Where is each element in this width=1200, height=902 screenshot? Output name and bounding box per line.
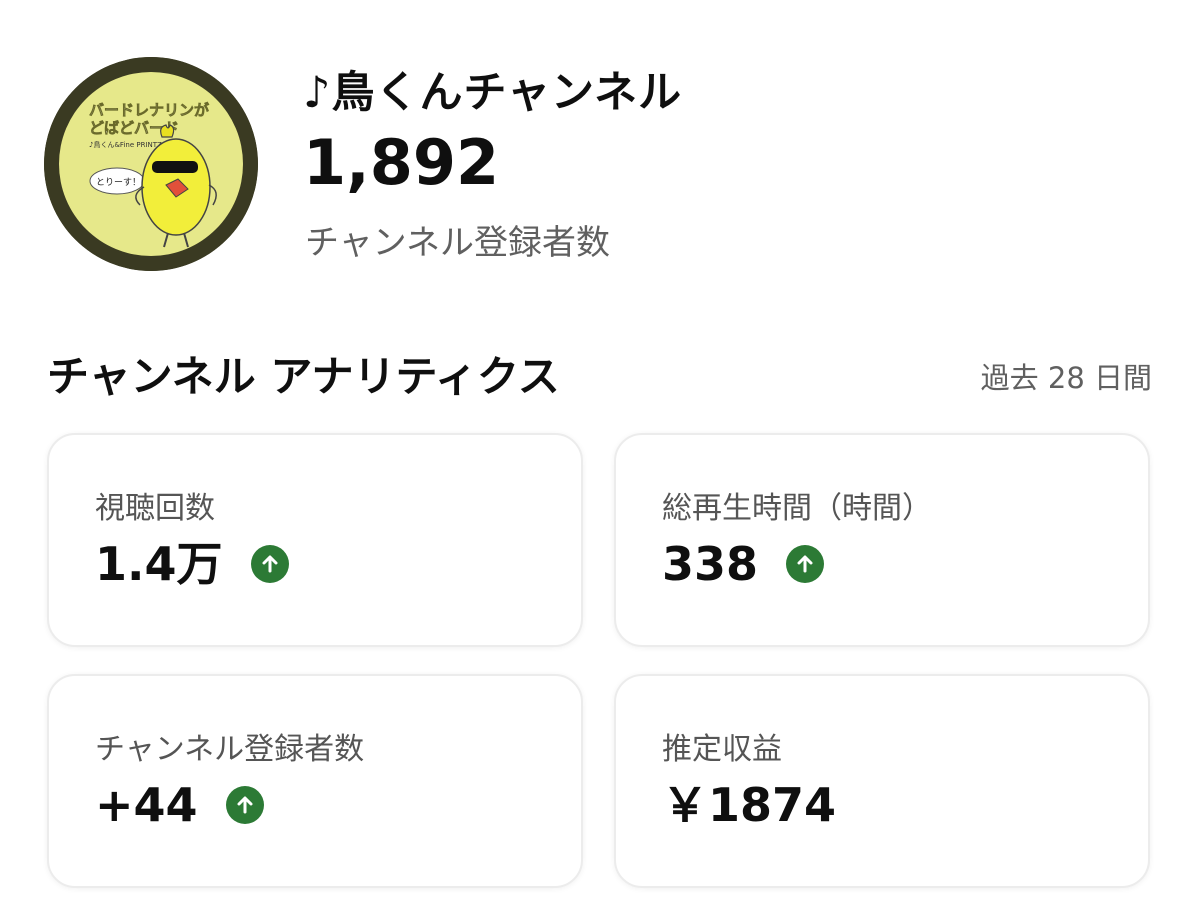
analytics-period[interactable]: 過去 28 日間 [981, 355, 1152, 397]
revenue-card[interactable]: 推定収益 ￥1874 [614, 674, 1150, 888]
arrow-up-circle-icon [250, 545, 289, 583]
subscriber-label: チャンネル登録者数 [305, 223, 610, 263]
channel-name: ♪鳥くんチャンネル [303, 68, 683, 118]
arrow-up-circle-icon [786, 545, 825, 583]
card-value: +44 [95, 778, 198, 832]
subscribers-card[interactable]: チャンネル登録者数 +44 [47, 674, 583, 888]
card-value-row: +44 [95, 782, 264, 828]
avatar-illustration: バードレナリンが どばどバード ♪鳥くん&Fine PRINTZ とりーす！ [44, 57, 258, 271]
card-value: ￥1874 [662, 778, 837, 832]
channel-avatar[interactable]: バードレナリンが どばどバード ♪鳥くん&Fine PRINTZ とりーす！ [44, 57, 258, 271]
avatar-title-line1: バードレナリンが [89, 101, 210, 119]
card-value-row: 1.4万 [95, 541, 289, 587]
card-value-row: ￥1874 [662, 782, 836, 828]
card-value: 338 [662, 537, 759, 591]
avatar-credit: ♪鳥くん&Fine PRINTZ [89, 140, 162, 149]
subscriber-count: 1,892 [303, 126, 500, 199]
analytics-section-title: チャンネル アナリティクス [47, 352, 560, 401]
card-label: 推定収益 [662, 732, 782, 767]
card-value: 1.4万 [95, 537, 223, 591]
watch-time-card[interactable]: 総再生時間（時間） 338 [614, 433, 1150, 647]
card-label: 視聴回数 [95, 491, 215, 526]
card-label: チャンネル登録者数 [95, 732, 365, 767]
channel-analytics-page: バードレナリンが どばどバード ♪鳥くん&Fine PRINTZ とりーす！ ♪… [0, 0, 1200, 902]
avatar-speech: とりーす！ [96, 177, 141, 188]
card-value-row: 338 [662, 537, 825, 591]
card-label: 総再生時間（時間） [662, 491, 932, 526]
arrow-up-circle-icon [225, 786, 264, 824]
views-card[interactable]: 視聴回数 1.4万 [47, 433, 583, 647]
